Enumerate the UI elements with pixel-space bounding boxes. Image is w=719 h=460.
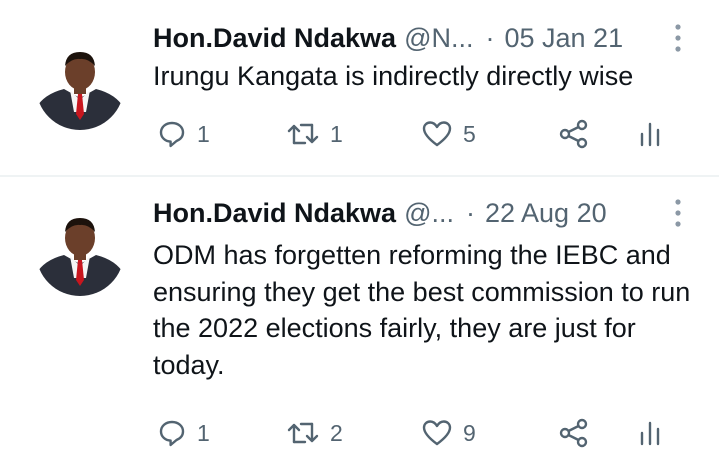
retweet-count: 2: [330, 419, 343, 446]
like-button[interactable]: 9: [421, 413, 476, 453]
stats-icon: [638, 119, 662, 149]
reply-count: 1: [197, 419, 210, 446]
stats-button[interactable]: [638, 114, 662, 154]
tweet-header: Hon.David Ndakwa @... · 22 Aug 20: [153, 195, 607, 231]
author-handle[interactable]: @N...: [404, 23, 473, 54]
reply-button[interactable]: 1: [157, 413, 210, 453]
avatar[interactable]: [36, 42, 124, 130]
author-name[interactable]: Hon.David Ndakwa: [153, 23, 396, 54]
reply-icon: [157, 119, 187, 149]
tweet-header: Hon.David Ndakwa @N... · 05 Jan 21: [153, 20, 623, 56]
heart-icon: [421, 418, 453, 448]
tweet-actions: 1 1 5: [153, 114, 693, 154]
share-icon: [558, 119, 590, 149]
separator-dot: ·: [465, 197, 475, 228]
tweet[interactable]: Hon.David Ndakwa @N... · 05 Jan 21 Irung…: [0, 0, 719, 176]
reply-count: 1: [197, 120, 210, 147]
author-name[interactable]: Hon.David Ndakwa: [153, 198, 396, 229]
tweet[interactable]: Hon.David Ndakwa @... · 22 Aug 20 ODM ha…: [0, 177, 719, 460]
retweet-count: 1: [330, 120, 343, 147]
avatar[interactable]: [36, 208, 124, 296]
retweet-icon: [286, 119, 320, 149]
retweet-icon: [286, 418, 320, 448]
heart-icon: [421, 119, 453, 149]
reply-button[interactable]: 1: [157, 114, 210, 154]
tweet-text: Irungu Kangata is indirectly directly wi…: [153, 61, 634, 91]
like-count: 9: [463, 419, 476, 446]
more-icon[interactable]: [675, 24, 681, 52]
retweet-button[interactable]: 1: [286, 114, 343, 154]
tweet-date[interactable]: 05 Jan 21: [504, 23, 623, 54]
stats-icon: [638, 418, 662, 448]
share-button[interactable]: [558, 413, 590, 453]
like-count: 5: [463, 120, 476, 147]
author-handle[interactable]: @...: [404, 198, 454, 229]
tweet-actions: 1 2 9: [153, 413, 693, 453]
tweet-date[interactable]: 22 Aug 20: [485, 198, 607, 229]
reply-icon: [157, 418, 187, 448]
retweet-button[interactable]: 2: [286, 413, 343, 453]
stats-button[interactable]: [638, 413, 662, 453]
separator-dot: ·: [485, 22, 495, 53]
like-button[interactable]: 5: [421, 114, 476, 154]
share-button[interactable]: [558, 114, 590, 154]
more-icon[interactable]: [675, 199, 681, 227]
share-icon: [558, 418, 590, 448]
tweet-text: ODM has forgetten reforming the IEBC and…: [153, 240, 691, 380]
